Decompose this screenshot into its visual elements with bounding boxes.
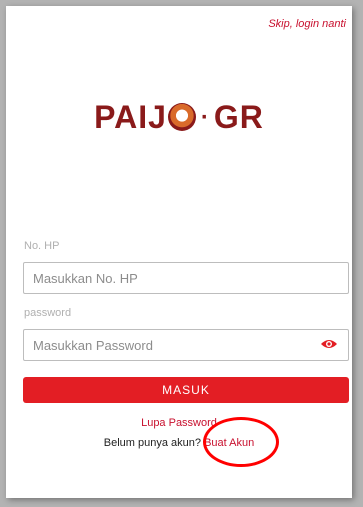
- password-label: password: [24, 307, 72, 319]
- paijo-badge-icon: [167, 103, 196, 131]
- skip-login-link[interactable]: Skip, login nanti: [268, 18, 346, 30]
- login-button[interactable]: MASUK: [23, 377, 349, 403]
- logo-text-left: PAIJ: [94, 99, 167, 135]
- phone-input[interactable]: [23, 262, 349, 294]
- forgot-password-row: Lupa Password: [6, 417, 352, 429]
- logo-separator: ·: [200, 104, 210, 131]
- signup-row: Belum punya akun? Buat Akun: [6, 437, 352, 449]
- no-account-text: Belum punya akun?: [103, 437, 201, 449]
- phone-label: No. HP: [24, 240, 60, 252]
- forgot-password-link[interactable]: Lupa Password: [141, 417, 217, 429]
- eye-icon[interactable]: [320, 338, 338, 350]
- logo-text-right: GR: [213, 99, 264, 135]
- app-screen: Skip, login nanti PAIJ ·GR No. HP passwor…: [6, 6, 352, 498]
- signup-link[interactable]: Buat Akun: [204, 437, 254, 449]
- password-input[interactable]: [23, 329, 349, 361]
- app-logo: PAIJ · GR: [6, 99, 352, 136]
